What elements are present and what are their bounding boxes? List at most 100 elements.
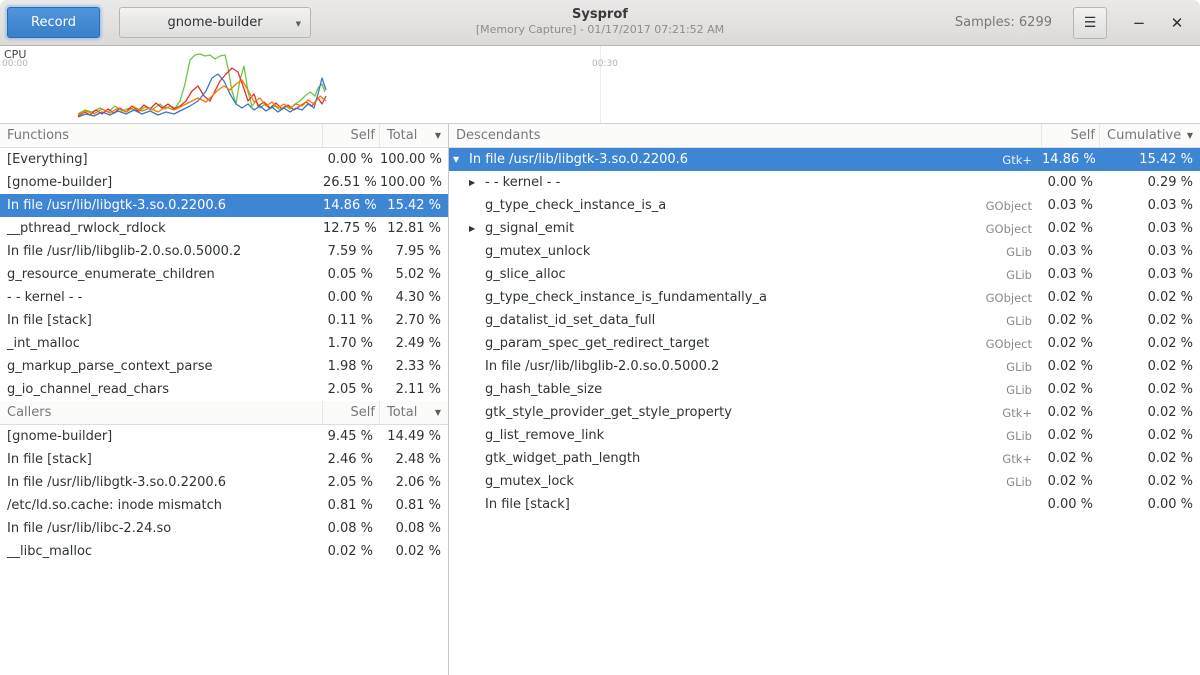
cumulative-percent: 0.03 % [1100,244,1200,259]
self-percent: 0.02 % [323,544,380,559]
column-self[interactable]: Self [323,124,380,147]
function-name: In file /usr/lib/libglib-2.0.so.0.5000.2 [485,359,719,374]
self-percent: 0.00 % [1042,497,1100,512]
function-name: _int_malloc [0,336,323,351]
total-percent: 100.00 % [380,175,448,190]
library-category-badge: GLib [1006,475,1042,489]
function-name: In file /usr/lib/libgtk-3.so.0.2200.6 [469,152,688,167]
self-percent: 0.00 % [323,290,380,305]
library-category-badge: GLib [1006,429,1042,443]
self-percent: 0.03 % [1042,244,1100,259]
record-button[interactable]: Record [7,7,100,38]
time-tick-start: 00:00 [2,59,28,69]
library-category-badge: GObject [986,199,1042,213]
self-percent: 2.46 % [323,452,380,467]
table-row[interactable]: [gnome-builder] 26.51 % 100.00 % [0,171,448,194]
minimize-button[interactable]: − [1126,10,1152,36]
function-name: In file [stack] [0,452,323,467]
total-percent: 5.02 % [380,267,448,282]
hamburger-icon: ☰ [1084,15,1097,31]
total-percent: 4.30 % [380,290,448,305]
table-row[interactable]: [gnome-builder] 9.45 % 14.49 % [0,425,448,448]
process-selector-label: gnome-builder [167,15,262,30]
table-row[interactable]: ▶ - - kernel - - 0.00 % 0.29 % [449,171,1200,194]
column-callers[interactable]: Callers [0,401,323,424]
table-row[interactable]: _int_malloc 1.70 % 2.49 % [0,332,448,355]
column-total[interactable]: Total ▼ [380,401,448,424]
column-self[interactable]: Self [323,401,380,424]
function-name: g_markup_parse_context_parse [0,359,323,374]
cumulative-percent: 0.02 % [1100,313,1200,328]
table-row[interactable]: /etc/ld.so.cache: inode mismatch 0.81 % … [0,494,448,517]
table-row[interactable]: __libc_malloc 0.02 % 0.02 % [0,540,448,563]
expander-icon[interactable]: ▶ [469,224,485,233]
close-button[interactable]: ✕ [1164,10,1190,36]
table-row[interactable]: g_datalist_id_set_data_full GLib 0.02 % … [449,309,1200,332]
table-row[interactable]: In file [stack] 2.46 % 2.48 % [0,448,448,471]
table-row[interactable]: gtk_style_provider_get_style_property Gt… [449,401,1200,424]
function-name: g_signal_emit [485,221,574,236]
total-percent: 0.08 % [380,521,448,536]
column-cumulative[interactable]: Cumulative ▼ [1100,124,1200,147]
table-row[interactable]: In file /usr/lib/libgtk-3.so.0.2200.6 14… [0,194,448,217]
self-percent: 2.05 % [323,382,380,397]
table-row[interactable]: g_type_check_instance_is_fundamentally_a… [449,286,1200,309]
table-row[interactable]: g_param_spec_get_redirect_target GObject… [449,332,1200,355]
header-bar: Record gnome-builder ▼ Sysprof [Memory C… [0,0,1200,46]
library-category-badge: Gtk+ [1002,153,1042,167]
library-category-badge: GObject [986,337,1042,351]
table-row[interactable]: g_slice_alloc GLib 0.03 % 0.03 % [449,263,1200,286]
self-percent: 14.86 % [1042,152,1100,167]
table-row[interactable]: g_mutex_unlock GLib 0.03 % 0.03 % [449,240,1200,263]
menu-button[interactable]: ☰ [1073,7,1107,39]
total-percent: 0.81 % [380,498,448,513]
function-name: In file /usr/lib/libgtk-3.so.0.2200.6 [0,198,323,213]
total-percent: 2.48 % [380,452,448,467]
table-row[interactable]: g_hash_table_size GLib 0.02 % 0.02 % [449,378,1200,401]
app-title: Sysprof [476,7,724,23]
table-row[interactable]: g_io_channel_read_chars 2.05 % 2.11 % [0,378,448,401]
table-row[interactable]: In file [stack] 0.00 % 0.00 % [449,493,1200,516]
table-row[interactable]: In file /usr/lib/libgtk-3.so.0.2200.6 2.… [0,471,448,494]
cumulative-percent: 0.02 % [1100,451,1200,466]
table-row[interactable]: g_list_remove_link GLib 0.02 % 0.02 % [449,424,1200,447]
table-row[interactable]: gtk_widget_path_length Gtk+ 0.02 % 0.02 … [449,447,1200,470]
process-selector-dropdown[interactable]: gnome-builder ▼ [119,7,311,38]
function-name: g_mutex_unlock [485,244,590,259]
self-percent: 9.45 % [323,429,380,444]
table-row[interactable]: ▼ In file /usr/lib/libgtk-3.so.0.2200.6 … [449,148,1200,171]
table-row[interactable]: g_resource_enumerate_children 0.05 % 5.0… [0,263,448,286]
column-functions[interactable]: Functions [0,124,323,147]
self-percent: 0.03 % [1042,198,1100,213]
expander-icon[interactable]: ▼ [453,155,469,164]
self-percent: 26.51 % [323,175,380,190]
table-row[interactable]: In file [stack] 0.11 % 2.70 % [0,309,448,332]
column-total[interactable]: Total ▼ [380,124,448,147]
functions-table-body: [Everything] 0.00 % 100.00 % [gnome-buil… [0,148,448,401]
cpu-graph[interactable]: CPU 00:00 00:30 [0,46,1200,124]
function-name: g_list_remove_link [485,428,604,443]
self-percent: 0.02 % [1042,221,1100,236]
column-descendants[interactable]: Descendants [449,124,1042,147]
expander-icon[interactable]: ▶ [469,178,485,187]
table-row[interactable]: In file /usr/lib/libglib-2.0.so.0.5000.2… [449,355,1200,378]
function-name: [Everything] [0,152,323,167]
total-percent: 7.95 % [380,244,448,259]
table-row[interactable]: In file /usr/lib/libglib-2.0.so.0.5000.2… [0,240,448,263]
library-category-badge: GObject [986,291,1042,305]
table-row[interactable]: - - kernel - - 0.00 % 4.30 % [0,286,448,309]
column-self[interactable]: Self [1042,124,1100,147]
cumulative-percent: 0.03 % [1100,267,1200,282]
table-row[interactable]: In file /usr/lib/libc-2.24.so 0.08 % 0.0… [0,517,448,540]
table-row[interactable]: [Everything] 0.00 % 100.00 % [0,148,448,171]
function-name: gtk_style_provider_get_style_property [485,405,732,420]
table-row[interactable]: g_type_check_instance_is_a GObject 0.03 … [449,194,1200,217]
table-row[interactable]: ▶ g_signal_emit GObject 0.02 % 0.03 % [449,217,1200,240]
time-tick-mid: 00:30 [592,59,618,69]
table-row[interactable]: __pthread_rwlock_rdlock 12.75 % 12.81 % [0,217,448,240]
self-percent: 2.05 % [323,475,380,490]
table-row[interactable]: g_mutex_lock GLib 0.02 % 0.02 % [449,470,1200,493]
table-row[interactable]: g_markup_parse_context_parse 1.98 % 2.33… [0,355,448,378]
function-name: /etc/ld.so.cache: inode mismatch [0,498,323,513]
total-percent: 2.11 % [380,382,448,397]
